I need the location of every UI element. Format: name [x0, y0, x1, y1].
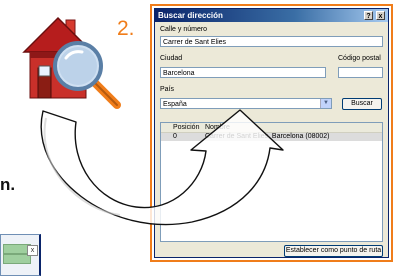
curved-arrow-icon: [40, 109, 284, 226]
